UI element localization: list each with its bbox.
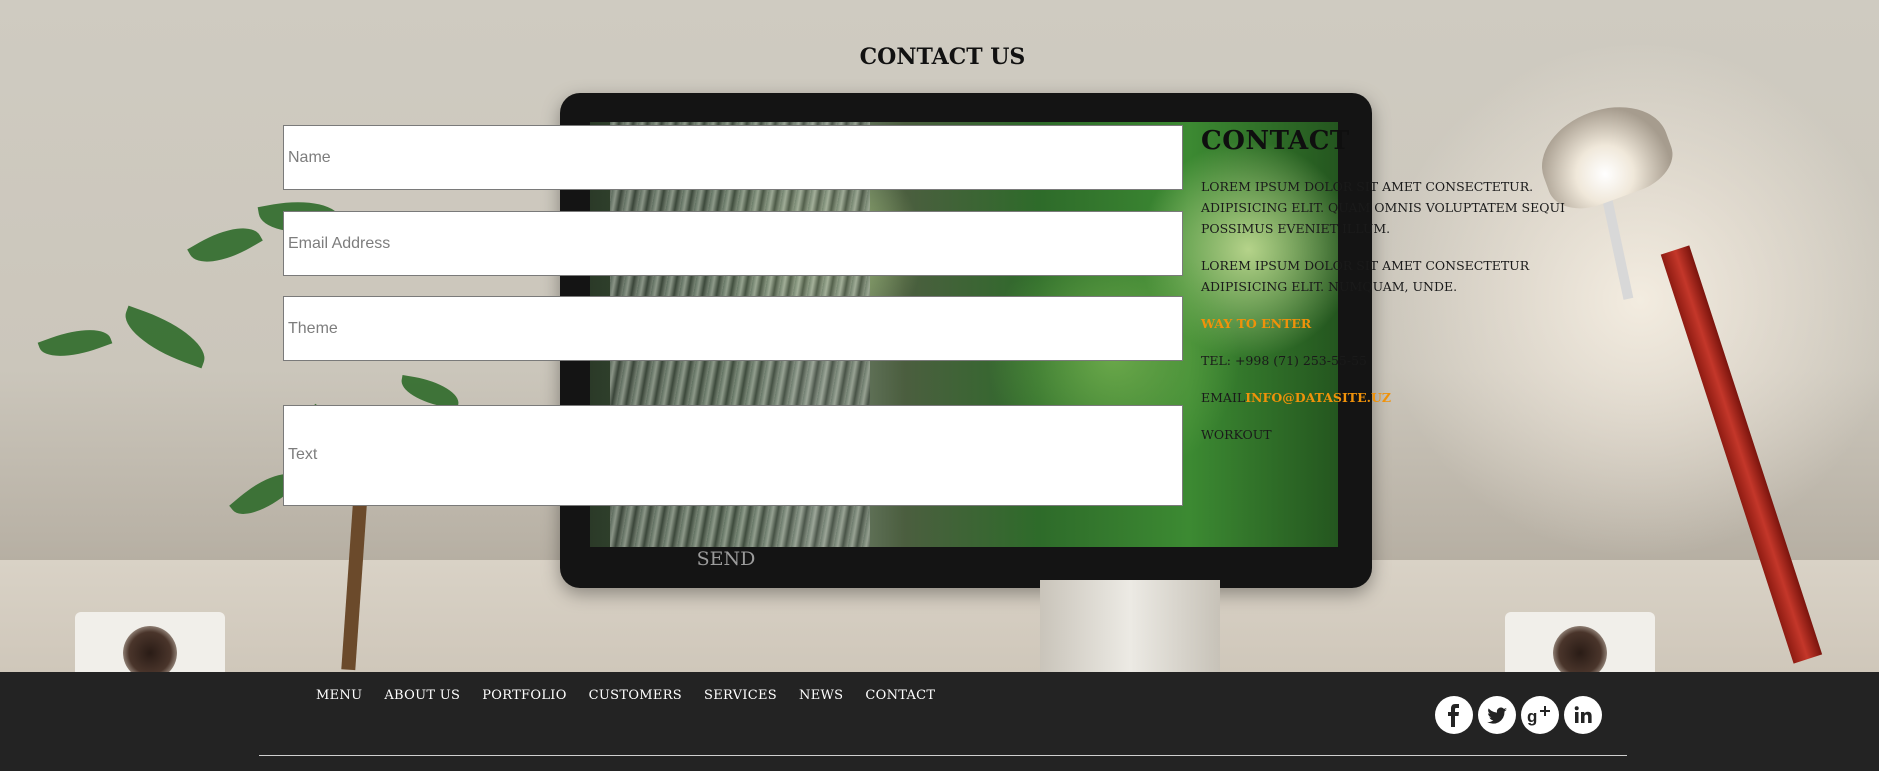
footer-nav-news[interactable]: NEWS — [799, 688, 843, 703]
footer-nav-about-us[interactable]: ABOUT US — [384, 688, 460, 703]
contact-paragraph: LOREM IPSUM DOLOR SIT AMET CONSECTETUR A… — [1201, 258, 1530, 294]
contact-info: CONTACT LOREM IPSUM DOLOR SIT AMET CONSE… — [1201, 126, 1601, 461]
google-plus-icon[interactable]: g — [1521, 696, 1559, 734]
svg-text:g: g — [1527, 707, 1537, 726]
footer-nav-customers[interactable]: CUSTOMERS — [589, 688, 682, 703]
footer-nav-services[interactable]: SERVICES — [704, 688, 777, 703]
email-label: EMAIL — [1201, 390, 1246, 405]
contact-heading: CONTACT — [1201, 126, 1350, 156]
linkedin-icon[interactable] — [1564, 696, 1602, 734]
email-line: EMAILINFO@DATASITE.UZ — [1201, 387, 1601, 408]
name-input[interactable] — [283, 125, 1183, 190]
footer-nav-portfolio[interactable]: PORTFOLIO — [482, 688, 566, 703]
message-textarea[interactable] — [283, 405, 1183, 506]
footer-nav: MENU ABOUT US PORTFOLIO CUSTOMERS SERVIC… — [316, 688, 957, 703]
phone-text: TEL: +998 (71) 253-55-55 — [1201, 353, 1368, 368]
footer-nav-contact[interactable]: CONTACT — [865, 688, 935, 703]
social-links: g — [1435, 696, 1602, 734]
footer-nav-menu[interactable]: MENU — [316, 688, 362, 703]
send-button[interactable]: SEND — [264, 540, 1164, 578]
facebook-icon[interactable] — [1435, 696, 1473, 734]
theme-input[interactable] — [283, 296, 1183, 361]
way-to-enter-label: WAY TO ENTER — [1201, 316, 1312, 331]
page-title: CONTACT US — [859, 44, 1026, 70]
email-input[interactable] — [283, 211, 1183, 276]
footer: MENU ABOUT US PORTFOLIO CUSTOMERS SERVIC… — [0, 672, 1879, 771]
twitter-icon[interactable] — [1478, 696, 1516, 734]
footer-divider — [259, 755, 1627, 756]
workout-text: WORKOUT — [1201, 427, 1272, 442]
contact-paragraph: LOREM IPSUM DOLOR SIT AMET CONSECTETUR. … — [1201, 179, 1565, 236]
email-link[interactable]: INFO@DATASITE.UZ — [1245, 390, 1391, 405]
